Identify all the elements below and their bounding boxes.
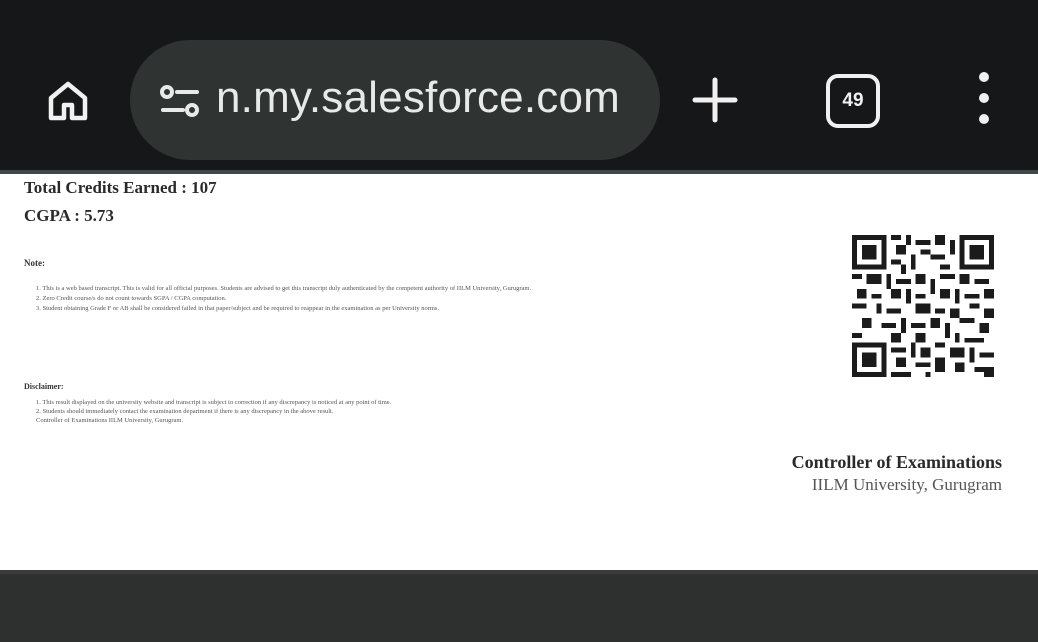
qr-code: [852, 232, 994, 380]
tab-switcher-button[interactable]: 49: [826, 74, 880, 128]
more-menu-button[interactable]: [962, 70, 1006, 130]
signatory-block: Controller of Examinations IILM Universi…: [792, 450, 1002, 496]
disclaimer-item: Controller of Examinations IILM Universi…: [36, 417, 184, 424]
disclaimer-item: 1. This result displayed on the universi…: [36, 399, 392, 406]
note-item: 2. Zero Credit course/s do not count tow…: [36, 295, 227, 302]
signatory-title: Controller of Examinations: [791, 452, 1002, 472]
disclaimer-heading: Disclaimer:: [24, 382, 64, 391]
disclaimer-item: 2. Students should immediately contact t…: [36, 408, 334, 415]
url-text[interactable]: n.my.salesforce.com: [216, 70, 620, 126]
home-icon: [48, 81, 88, 121]
home-button[interactable]: [38, 72, 98, 128]
disclaimer-list: 1. This result displayed on the universi…: [36, 398, 796, 425]
new-tab-button[interactable]: [680, 70, 750, 130]
transcript-page: Total Credits Earned : 107 CGPA : 5.73 N…: [0, 174, 1038, 570]
notes-heading: Note:: [24, 258, 45, 268]
cgpa: CGPA : 5.73: [24, 206, 114, 225]
phone-screen: n.my.salesforce.com 49 Total Credits Ear…: [0, 0, 1038, 642]
tune-icon: [160, 85, 199, 117]
note-item: 1. This is a web based transcript. This …: [36, 285, 532, 292]
tab-count: 49: [842, 90, 864, 111]
plus-icon: [692, 77, 738, 123]
bottom-navigation-bar: [0, 570, 1038, 642]
notes-list: 1. This is a web based transcript. This …: [36, 284, 816, 314]
total-credits: Total Credits Earned : 107: [24, 178, 217, 197]
site-settings-button[interactable]: [150, 76, 210, 126]
signatory-org: IILM University, Gurugram: [811, 475, 1002, 494]
more-vert-icon: [979, 72, 989, 124]
note-item: 3. Student obtaining Grade F or AB shall…: [36, 305, 440, 312]
